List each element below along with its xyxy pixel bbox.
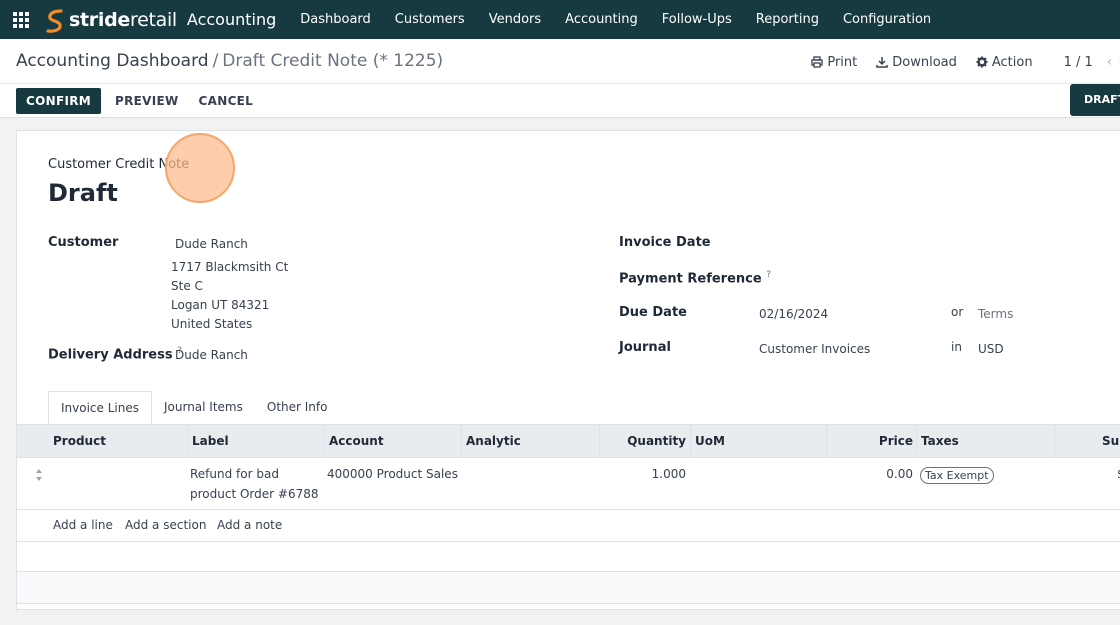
in-text: in: [951, 340, 962, 354]
print-label: Print: [827, 54, 858, 70]
nav-vendors[interactable]: Vendors: [477, 0, 553, 39]
top-navbar: strideretail Accounting Dashboard Custom…: [0, 0, 1120, 39]
nav-configuration[interactable]: Configuration: [831, 0, 943, 39]
cell-quantity[interactable]: 1.000: [599, 464, 686, 484]
breadcrumb-parent[interactable]: Accounting Dashboard: [16, 51, 209, 71]
column-uom[interactable]: UoM: [690, 425, 826, 458]
form-buttons: CONFIRM PREVIEW CANCEL: [16, 88, 263, 114]
cell-price[interactable]: 0.00: [826, 464, 913, 484]
address-line: United States: [171, 317, 253, 331]
label-line: Refund for bad: [190, 467, 279, 481]
column-price[interactable]: Price: [826, 425, 917, 458]
help-tooltip-icon[interactable]: ?: [766, 270, 771, 280]
print-icon: [811, 56, 823, 68]
nav-dashboard[interactable]: Dashboard: [288, 0, 383, 39]
column-taxes[interactable]: Taxes: [916, 425, 1054, 458]
nav-accounting[interactable]: Accounting: [553, 0, 650, 39]
due-date-field[interactable]: 02/16/2024: [759, 307, 828, 321]
journal-field[interactable]: Customer Invoices: [759, 342, 870, 356]
column-product[interactable]: Product: [49, 425, 189, 458]
notebook-tabs: Invoice Lines Journal Items Other Info: [48, 391, 339, 424]
tab-journal-items[interactable]: Journal Items: [152, 391, 255, 424]
tab-invoice-lines[interactable]: Invoice Lines: [48, 391, 152, 424]
stride-logo-icon: [45, 8, 65, 33]
breadcrumb-separator: /: [212, 51, 219, 71]
column-analytic[interactable]: Analytic: [461, 425, 599, 458]
tab-other-info[interactable]: Other Info: [255, 391, 340, 424]
table-row[interactable]: Refund for bad product Order #6788 40000…: [17, 458, 1120, 510]
payment-reference-label: Payment Reference ?: [619, 270, 772, 287]
add-note-link[interactable]: Add a note: [217, 518, 282, 532]
action-menu-button[interactable]: Action: [976, 55, 1033, 70]
main-nav: Dashboard Customers Vendors Accounting F…: [288, 0, 943, 39]
cell-label[interactable]: Refund for bad product Order #6788: [190, 464, 318, 504]
action-toolbar: Print Download Action 1 / 1 ‹ ›: [811, 54, 1120, 70]
download-icon: [876, 57, 888, 68]
due-date-label: Due Date: [619, 305, 687, 320]
delivery-address-label: Delivery Address ?: [48, 346, 182, 363]
apps-menu-icon[interactable]: [13, 11, 31, 29]
currency-field[interactable]: USD: [978, 342, 1004, 356]
app-name[interactable]: Accounting: [187, 10, 276, 29]
nav-customers[interactable]: Customers: [383, 0, 477, 39]
breadcrumb-current: Draft Credit Note (* 1225): [222, 51, 444, 71]
column-label[interactable]: Label: [187, 425, 324, 458]
form-sheet: Customer Credit Note Draft Customer Dude…: [16, 130, 1120, 610]
nav-follow-ups[interactable]: Follow-Ups: [650, 0, 744, 39]
click-highlight: [165, 133, 235, 203]
brand-name-bold: stride: [69, 8, 130, 31]
invoice-date-label: Invoice Date: [619, 235, 711, 250]
address-line: 1717 Blackmsith Ct: [171, 260, 289, 274]
customer-field[interactable]: Dude Ranch: [175, 237, 248, 251]
control-divider: [0, 83, 1120, 84]
action-label: Action: [991, 54, 1033, 70]
cancel-button[interactable]: CANCEL: [189, 88, 264, 114]
empty-row: [17, 572, 1120, 604]
gear-icon: [976, 56, 988, 68]
status-draft[interactable]: DRAFT: [1070, 84, 1120, 116]
control-panel: Accounting Dashboard / Draft Credit Note (…: [0, 39, 1120, 118]
address-line: Logan UT 84321: [171, 298, 270, 312]
label-line: product Order #6788: [190, 487, 319, 501]
empty-row: [17, 542, 1120, 572]
preview-button[interactable]: PREVIEW: [105, 88, 189, 114]
download-label: Download: [892, 54, 957, 70]
pager-value[interactable]: 1 / 1: [1064, 55, 1093, 70]
cell-account[interactable]: 400000 Product Sales: [327, 464, 458, 484]
brand-name-light: retail: [129, 8, 177, 31]
column-subtotal[interactable]: Sub: [1054, 425, 1120, 458]
pager-previous-icon[interactable]: ‹: [1107, 54, 1113, 70]
add-section-link[interactable]: Add a section: [125, 518, 206, 532]
document-title: Draft: [48, 179, 118, 207]
nav-reporting[interactable]: Reporting: [744, 0, 831, 39]
drag-handle-icon[interactable]: [35, 468, 43, 482]
delivery-address-field[interactable]: Dude Ranch: [175, 348, 248, 362]
customer-label: Customer: [48, 235, 119, 250]
column-quantity[interactable]: Quantity: [599, 425, 690, 458]
table-header: Product Label Account Analytic Quantity …: [17, 424, 1120, 458]
payment-terms-field[interactable]: Terms: [978, 307, 1013, 321]
brand-logo[interactable]: strideretail: [45, 8, 177, 33]
breadcrumb: Accounting Dashboard / Draft Credit Note (…: [16, 51, 443, 71]
tax-badge[interactable]: Tax Exempt: [920, 467, 994, 484]
print-button[interactable]: Print: [811, 55, 857, 70]
download-button[interactable]: Download: [876, 55, 957, 70]
add-line-row: Add a line Add a section Add a note: [17, 510, 1120, 542]
customer-address: 1717 Blackmsith Ct Ste C Logan UT 84321 …: [171, 258, 288, 334]
confirm-button[interactable]: CONFIRM: [16, 88, 101, 114]
journal-label: Journal: [619, 340, 671, 355]
column-account[interactable]: Account: [324, 425, 461, 458]
add-line-link[interactable]: Add a line: [53, 518, 113, 532]
or-text: or: [951, 305, 964, 319]
address-line: Ste C: [171, 279, 203, 293]
